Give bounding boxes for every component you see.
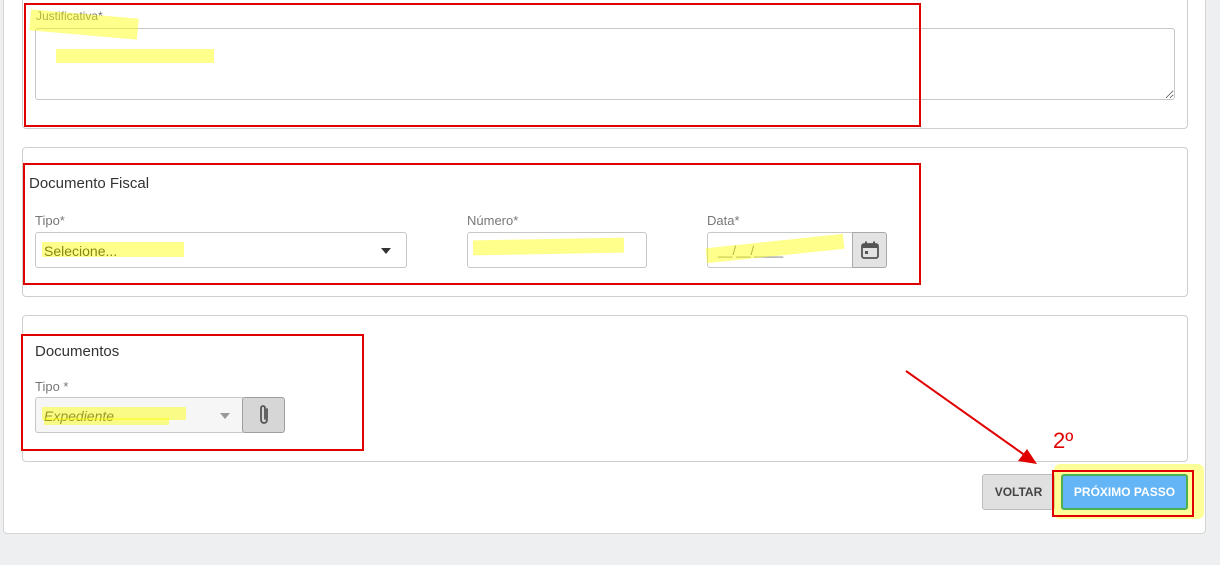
documents-card	[22, 315, 1188, 462]
paperclip-icon	[260, 405, 268, 424]
attach-button[interactable]	[242, 397, 285, 433]
chevron-down-icon	[220, 413, 230, 419]
back-button[interactable]: VOLTAR	[982, 474, 1055, 510]
justification-textarea[interactable]	[35, 28, 1175, 100]
calendar-icon	[861, 241, 879, 259]
documents-type-label: Tipo *	[35, 379, 69, 394]
highlight-fiscal-type	[42, 242, 184, 257]
annotation-step-label: 2º	[1053, 428, 1074, 453]
highlight-fiscal-number	[472, 237, 625, 256]
fiscal-number-label: Número*	[467, 213, 519, 228]
highlight-documents-type-underline	[44, 418, 169, 425]
highlight-justification-text	[56, 49, 214, 63]
next-step-button[interactable]: PRÓXIMO PASSO	[1061, 474, 1188, 510]
chevron-down-icon	[381, 248, 391, 254]
fiscal-document-card	[22, 147, 1188, 297]
fiscal-date-label: Data*	[707, 213, 740, 228]
documents-section-title: Documentos	[35, 343, 120, 360]
fiscal-section-title: Documento Fiscal	[29, 175, 150, 192]
calendar-button[interactable]	[852, 232, 887, 268]
fiscal-type-label: Tipo*	[35, 213, 65, 228]
